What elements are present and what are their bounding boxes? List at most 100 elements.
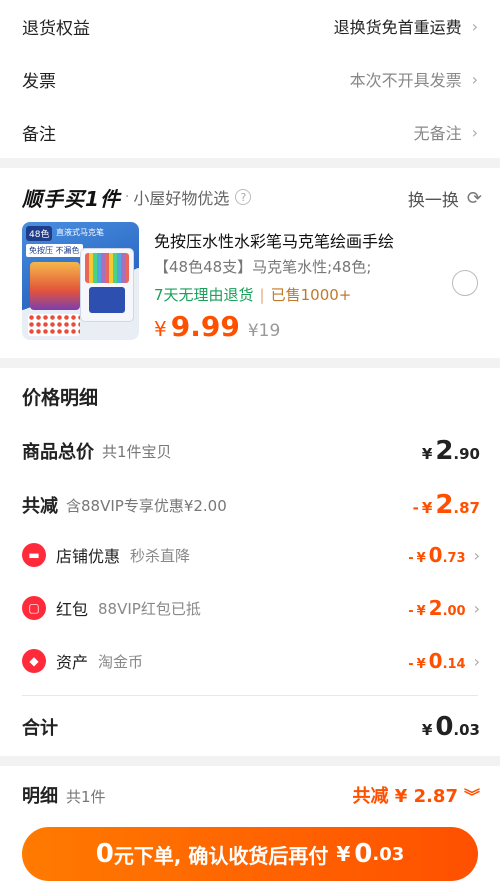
chevron-right-icon: › bbox=[471, 16, 478, 36]
addon-header: 顺手买1件 · 小屋好物优选 ? bbox=[22, 180, 252, 214]
image-text: 直液式马克笔 bbox=[56, 228, 104, 237]
amount-int: 2 bbox=[435, 436, 454, 466]
reduce-amount: - ¥ 2 .87 bbox=[413, 490, 480, 520]
reduce-total-text: 共减 ¥ 2.87 bbox=[352, 786, 458, 807]
amount-dec: .90 bbox=[453, 445, 480, 463]
return-policy-tag: 7天无理由退货 bbox=[154, 286, 254, 304]
product-image[interactable]: 48色 直液式马克笔 免按压 不漏色 bbox=[22, 222, 139, 340]
invoice-value: 本次不开具发票 bbox=[349, 71, 462, 90]
image-tag-2: 免按压 不漏色 bbox=[26, 244, 83, 257]
submit-text: 元下单, 确认收货后再付 bbox=[113, 843, 329, 868]
discount-label: 资产 bbox=[56, 653, 89, 672]
return-rights-label: 退货权益 bbox=[22, 18, 90, 39]
total-label: 商品总价 bbox=[22, 442, 94, 463]
minus-sign: - bbox=[408, 604, 414, 619]
amount-int: 0 bbox=[428, 649, 443, 673]
product-price: ¥ 9.99 ¥19 bbox=[154, 310, 280, 343]
double-chevron-down-icon: ︾ bbox=[463, 787, 480, 806]
detail-count: 共1件 bbox=[66, 788, 106, 806]
addon-brand: 顺手买1件 bbox=[22, 186, 121, 211]
sold-count: 已售1000+ bbox=[270, 286, 352, 304]
addon-subtitle: 小屋好物优选 bbox=[133, 189, 230, 208]
color-swatches bbox=[28, 314, 80, 336]
remark-row[interactable]: 备注 无备注 › bbox=[0, 106, 500, 158]
amount-int: 0 bbox=[435, 712, 454, 742]
amount-dec: .87 bbox=[453, 499, 480, 517]
illustration bbox=[30, 262, 80, 310]
return-rights-value: 退换货免首重运费 bbox=[333, 18, 462, 37]
reduce-toggle[interactable]: 共减 ¥ 2.87 ︾ bbox=[353, 782, 480, 808]
refresh-icon: ⟳ bbox=[466, 188, 482, 209]
divider bbox=[22, 695, 478, 696]
discount-label: 红包 bbox=[56, 600, 89, 619]
price-detail-title: 价格明细 bbox=[22, 387, 99, 409]
submit-dec: .03 bbox=[372, 843, 405, 865]
yen-symbol: ¥ bbox=[416, 551, 426, 566]
reduce-sub: 含88VIP专享优惠¥2.00 bbox=[66, 496, 227, 515]
discount-sub: 秒杀直降 bbox=[130, 546, 191, 565]
sum-label: 合计 bbox=[22, 718, 58, 739]
chevron-right-icon: › bbox=[471, 122, 478, 142]
product-tags: 7天无理由退货 | 已售1000+ bbox=[154, 284, 351, 305]
submit-zero: 0 bbox=[95, 839, 114, 869]
amount-dec: .00 bbox=[442, 604, 466, 619]
total-price-row: 商品总价 共1件宝贝 ¥ 2 .90 bbox=[22, 436, 480, 466]
discount-amount: - ¥ 0 .14 bbox=[408, 649, 465, 673]
discount-sub: 88VIP红包已抵 bbox=[98, 599, 201, 618]
sum-amount: ¥ 0 .03 bbox=[422, 712, 480, 742]
shop-icon: ▬ bbox=[22, 543, 46, 567]
product-spec: 【48色48支】马克笔水性;48色; bbox=[154, 258, 372, 276]
discount-row-assets[interactable]: ◆ 资产 淘金币 - ¥ 0 .14 › bbox=[22, 649, 480, 673]
swap-label: 换一换 bbox=[407, 191, 459, 211]
minus-sign: - bbox=[412, 499, 419, 517]
invoice-row[interactable]: 发票 本次不开具发票 › bbox=[0, 53, 500, 105]
return-rights-row[interactable]: 退货权益 退换货免首重运费 › bbox=[0, 0, 500, 52]
minus-sign: - bbox=[408, 551, 414, 566]
total-reduce-row: 共减 含88VIP专享优惠¥2.00 - ¥ 2 .87 bbox=[22, 490, 480, 520]
reduce-label: 共减 bbox=[22, 496, 58, 517]
amount-dec: .73 bbox=[442, 551, 466, 566]
discount-row-redpacket[interactable]: ▢ 红包 88VIP红包已抵 - ¥ 2 .00 › bbox=[22, 596, 480, 620]
total-sub: 共1件宝贝 bbox=[102, 442, 172, 461]
remark-label: 备注 bbox=[22, 124, 56, 145]
help-icon[interactable]: ? bbox=[235, 189, 252, 205]
coin-tag-icon: ◆ bbox=[22, 649, 46, 673]
image-tag: 48色 bbox=[26, 226, 53, 241]
discount-label: 店铺优惠 bbox=[56, 547, 121, 566]
amount-int: 2 bbox=[435, 490, 454, 520]
chevron-right-icon: › bbox=[473, 651, 480, 671]
chevron-right-icon: › bbox=[473, 545, 480, 565]
discount-row-shop[interactable]: ▬ 店铺优惠 秒杀直降 - ¥ 0 .73 › bbox=[22, 543, 480, 567]
amount-int: 2 bbox=[428, 596, 443, 620]
product-title[interactable]: 免按压水性水彩笔马克笔绘画手绘 bbox=[154, 228, 454, 252]
invoice-label: 发票 bbox=[22, 71, 56, 92]
discount-amount: - ¥ 2 .00 bbox=[408, 596, 465, 620]
price-value: 9.99 bbox=[170, 310, 240, 343]
detail-summary[interactable]: 明细 共1件 bbox=[22, 782, 106, 808]
select-addon-radio[interactable] bbox=[452, 270, 478, 296]
chevron-right-icon: › bbox=[473, 598, 480, 618]
amount-dec: .03 bbox=[453, 721, 480, 739]
marker-box bbox=[80, 248, 134, 322]
yen-symbol: ¥ bbox=[416, 657, 426, 672]
sum-row: 合计 ¥ 0 .03 bbox=[22, 712, 480, 742]
discount-sub: 淘金币 bbox=[98, 652, 144, 671]
original-price: ¥19 bbox=[247, 321, 281, 341]
minus-sign: - bbox=[408, 657, 414, 672]
submit-order-button[interactable]: 0 元下单, 确认收货后再付 ¥ 0 .03 bbox=[22, 827, 478, 881]
yen-symbol: ¥ bbox=[416, 604, 426, 619]
remark-value: 无备注 bbox=[413, 124, 462, 143]
separator-dot: · bbox=[124, 189, 130, 205]
yen-symbol: ¥ bbox=[421, 445, 433, 463]
yen-symbol: ¥ bbox=[421, 499, 433, 517]
price-symbol: ¥ bbox=[154, 317, 167, 341]
amount-dec: .14 bbox=[442, 657, 466, 672]
amount-int: 0 bbox=[428, 543, 443, 567]
discount-amount: - ¥ 0 .73 bbox=[408, 543, 465, 567]
submit-yen: ¥ bbox=[336, 842, 351, 866]
detail-label: 明细 bbox=[22, 786, 58, 807]
total-amount: ¥ 2 .90 bbox=[422, 436, 480, 466]
red-packet-icon: ▢ bbox=[22, 596, 46, 620]
tag-separator: | bbox=[259, 286, 265, 304]
swap-button[interactable]: 换一换 ⟳ bbox=[408, 186, 482, 211]
